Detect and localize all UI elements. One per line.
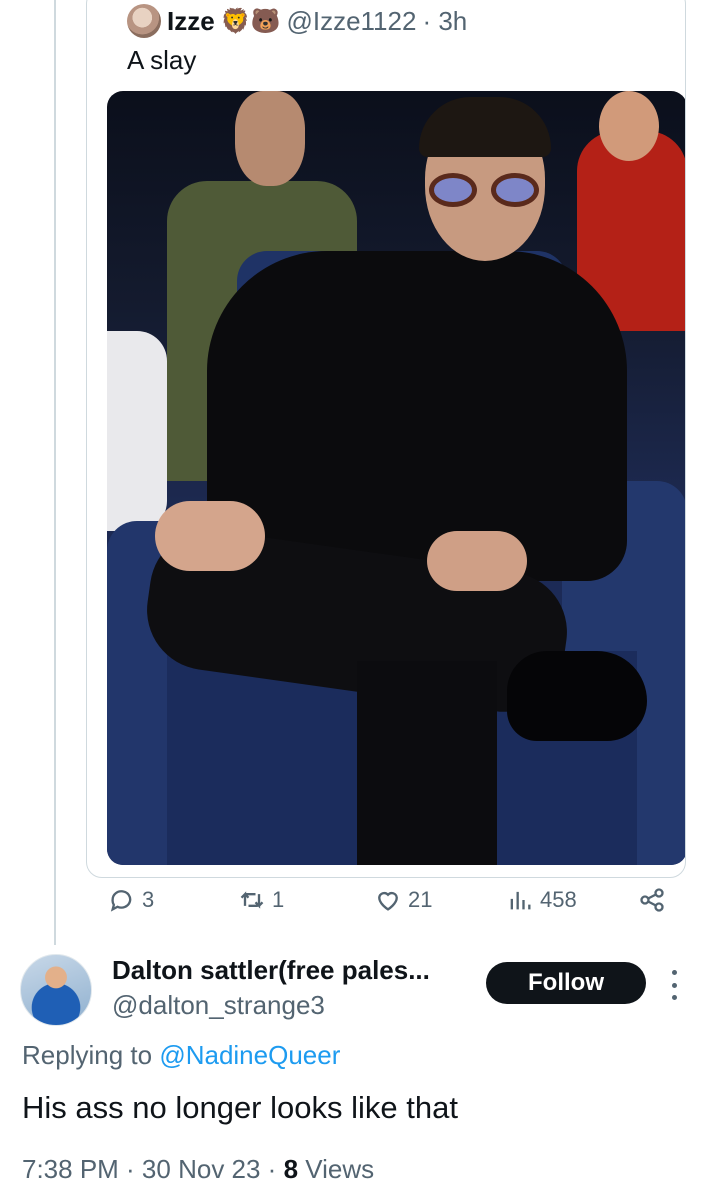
reply-action[interactable]: 3 [108, 880, 154, 920]
reply-author-name[interactable]: Dalton sattler(free pales... [112, 955, 430, 986]
reply-metadata: 7:38 PM · 30 Nov 23 · 8 Views [22, 1154, 374, 1185]
photo-suit [207, 251, 627, 581]
repost-icon [240, 891, 264, 909]
photo-shoe [507, 651, 647, 741]
replying-to-mention[interactable]: @NadineQueer [159, 1040, 340, 1070]
quoted-author-handle[interactable]: @Izze1122 [286, 6, 416, 37]
photo-background-person-head [235, 91, 305, 186]
tweet-action-bar: 3 1 21 458 [108, 880, 668, 920]
quoted-tweet-text: A slay [127, 45, 197, 75]
quoted-tweet-time: · 3h [422, 5, 468, 36]
reply-author-avatar[interactable] [20, 954, 92, 1026]
photo-hand-right [427, 531, 527, 591]
reply-views-label: Views [305, 1154, 375, 1184]
quoted-author-avatar[interactable] [127, 4, 161, 38]
quoted-author-emojis: 🦁🐻 [220, 7, 281, 35]
photo-hand-left [155, 501, 265, 571]
like-count: 21 [408, 887, 433, 912]
photo-background-woman-head [599, 91, 659, 161]
quoted-tweet-header: Izze 🦁🐻 @Izze1122 · 3h [127, 1, 467, 41]
more-options-icon[interactable] [668, 970, 680, 1000]
reply-views-count: 8 [283, 1154, 299, 1184]
share-action[interactable] [638, 880, 666, 920]
repost-count: 1 [272, 887, 285, 912]
tweet-photo[interactable] [107, 91, 685, 865]
photo-leg [357, 661, 497, 865]
follow-button[interactable]: Follow [486, 962, 646, 1004]
photo-hair [419, 97, 551, 157]
heart-icon [378, 891, 398, 911]
quoted-author-name[interactable]: Izze [167, 6, 215, 37]
photo-left-figure [107, 331, 167, 531]
views-action[interactable]: 458 [506, 880, 577, 920]
reply-text: His ass no longer looks like that [22, 1090, 458, 1125]
quoted-tweet-card[interactable]: Izze 🦁🐻 @Izze1122 · 3h A slay [86, 0, 686, 878]
analytics-icon [510, 891, 531, 910]
thread-connector-line [54, 0, 56, 945]
replying-to-label: Replying to [22, 1040, 153, 1070]
share-icon [640, 888, 664, 912]
repost-action[interactable]: 1 [238, 880, 284, 920]
replying-to-line: Replying to @NadineQueer [22, 1040, 340, 1071]
photo-sunglasses [429, 173, 541, 209]
reply-author-handle[interactable]: @dalton_strange3 [112, 990, 325, 1021]
like-action[interactable]: 21 [374, 880, 432, 920]
reply-timestamp[interactable]: 7:38 PM · 30 Nov 23 · [22, 1154, 276, 1184]
views-count: 458 [540, 887, 577, 912]
reply-icon [110, 890, 132, 912]
reply-count: 3 [142, 887, 155, 912]
